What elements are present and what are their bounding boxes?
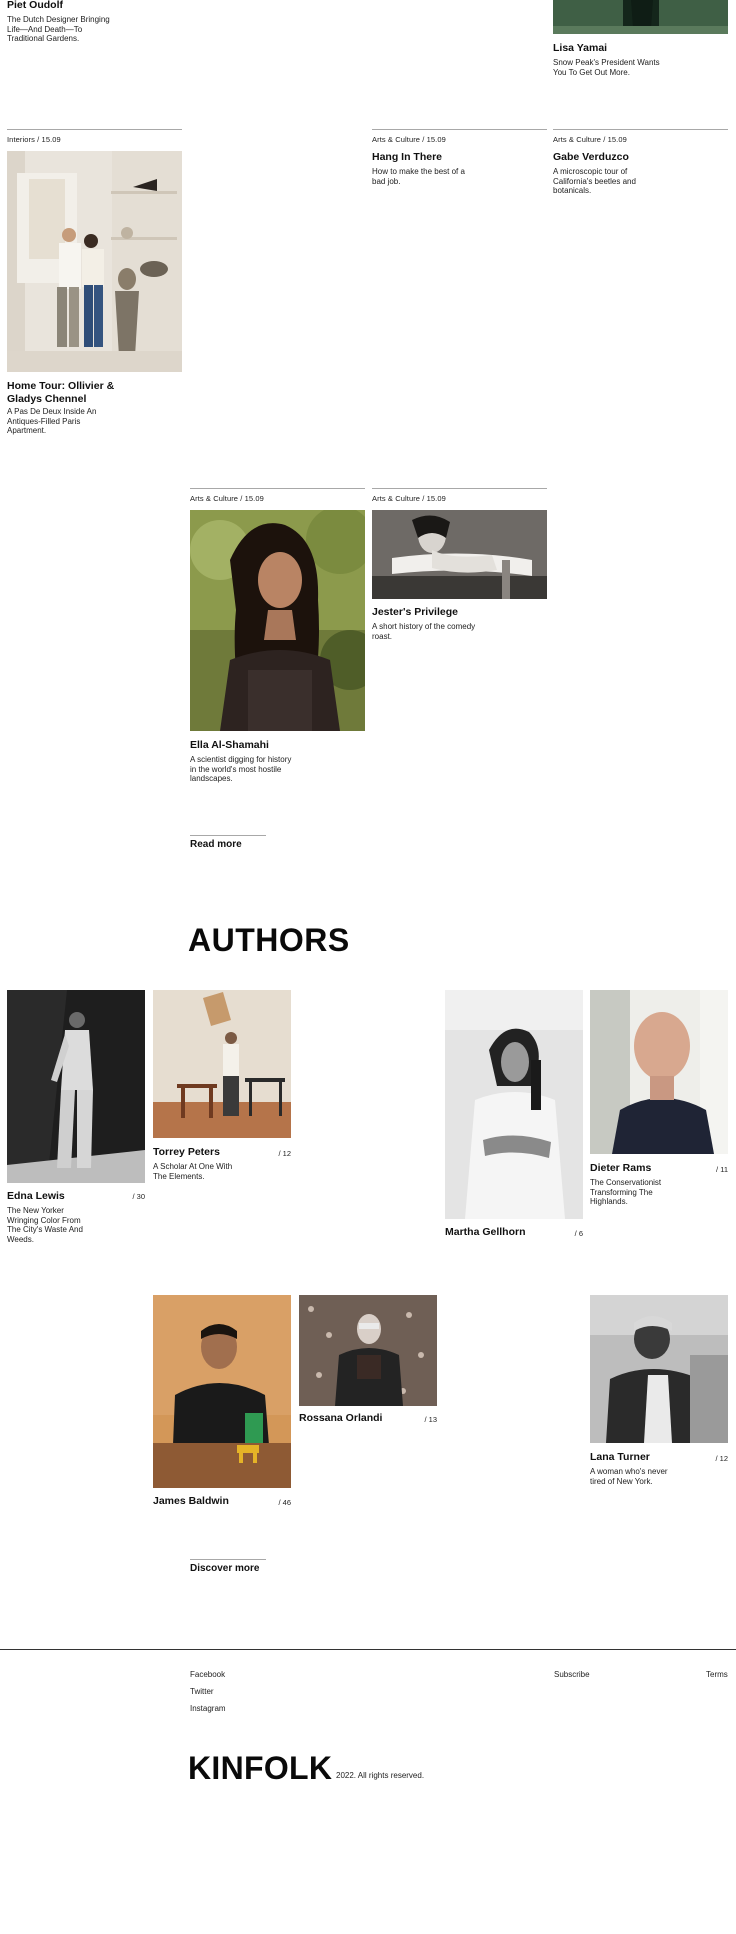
copyright-text: 2022. All rights reserved. bbox=[336, 1771, 425, 1780]
author-name[interactable]: Lana Turner bbox=[590, 1451, 650, 1464]
author-portrait[interactable] bbox=[445, 990, 583, 1219]
article-image[interactable] bbox=[372, 510, 547, 599]
article-description: A scientist digging for history in the w… bbox=[190, 755, 292, 783]
article-description: A short history of the comedy roast. bbox=[372, 622, 476, 641]
author-portrait[interactable] bbox=[153, 1295, 291, 1488]
discover-more-link[interactable]: Discover more bbox=[190, 1563, 259, 1574]
footer-link-facebook[interactable]: Facebook bbox=[190, 1670, 225, 1679]
footer-link-terms[interactable]: Terms bbox=[706, 1670, 728, 1679]
footer-logo[interactable]: KINFOLK bbox=[188, 1750, 332, 1787]
article-description: Snow Peak's President Wants You To Get O… bbox=[553, 58, 660, 77]
article-title[interactable]: Piet Oudolf bbox=[7, 0, 63, 12]
author-description: A woman who's never tired of New York. bbox=[590, 1467, 668, 1486]
divider bbox=[190, 835, 266, 836]
footer-link-subscribe[interactable]: Subscribe bbox=[554, 1670, 590, 1679]
article-meta: Arts & Culture / 15.09 bbox=[553, 135, 627, 144]
author-count: / 13 bbox=[424, 1415, 437, 1424]
divider bbox=[372, 129, 547, 130]
authors-heading: AUTHORS bbox=[188, 922, 350, 958]
article-meta: Arts & Culture / 15.09 bbox=[372, 494, 446, 503]
author-name[interactable]: James Baldwin bbox=[153, 1495, 229, 1508]
article-title[interactable]: Ella Al-Shamahi bbox=[190, 739, 269, 752]
article-meta: Arts & Culture / 15.09 bbox=[190, 494, 264, 503]
footer-link-instagram[interactable]: Instagram bbox=[190, 1704, 226, 1713]
author-name[interactable]: Martha Gellhorn bbox=[445, 1226, 526, 1239]
author-description: A Scholar At One With The Elements. bbox=[153, 1162, 233, 1181]
divider bbox=[7, 129, 182, 130]
article-meta: Interiors / 15.09 bbox=[7, 135, 61, 144]
author-count: / 6 bbox=[574, 1229, 583, 1238]
divider bbox=[553, 129, 728, 130]
footer-divider bbox=[0, 1649, 736, 1650]
divider bbox=[190, 1559, 266, 1560]
article-description: A microscopic tour of California's beetl… bbox=[553, 167, 636, 195]
author-portrait[interactable] bbox=[7, 990, 145, 1183]
author-name[interactable]: Dieter Rams bbox=[590, 1162, 651, 1175]
article-title[interactable]: Jester's Privilege bbox=[372, 606, 458, 619]
article-title[interactable]: Gabe Verduzco bbox=[553, 151, 629, 164]
article-title[interactable]: Hang In There bbox=[372, 151, 442, 164]
article-image[interactable] bbox=[190, 510, 365, 731]
author-description: The Conservationist Transforming The Hig… bbox=[590, 1178, 662, 1206]
footer-link-twitter[interactable]: Twitter bbox=[190, 1687, 214, 1696]
author-portrait[interactable] bbox=[590, 1295, 728, 1443]
author-portrait[interactable] bbox=[590, 990, 728, 1154]
author-count: / 30 bbox=[132, 1192, 145, 1201]
read-more-link[interactable]: Read more bbox=[190, 839, 242, 850]
article-description: A Pas De Deux Inside An Antiques-Filled … bbox=[7, 407, 97, 435]
author-portrait[interactable] bbox=[153, 990, 291, 1138]
author-name[interactable]: Torrey Peters bbox=[153, 1146, 220, 1159]
author-count: / 12 bbox=[278, 1149, 291, 1158]
divider bbox=[372, 488, 547, 489]
author-name[interactable]: Edna Lewis bbox=[7, 1190, 65, 1203]
article-description: The Dutch Designer Bringing Life—And Dea… bbox=[7, 15, 110, 43]
article-image[interactable] bbox=[7, 151, 182, 372]
article-description: How to make the best of a bad job. bbox=[372, 167, 465, 186]
author-count: / 46 bbox=[278, 1498, 291, 1507]
author-name[interactable]: Rossana Orlandi bbox=[299, 1412, 382, 1425]
author-count: / 12 bbox=[715, 1454, 728, 1463]
author-portrait[interactable] bbox=[299, 1295, 437, 1406]
author-count: / 11 bbox=[716, 1165, 728, 1174]
article-title[interactable]: Home Tour: Ollivier & Gladys Chennel bbox=[7, 380, 117, 405]
article-meta: Arts & Culture / 15.09 bbox=[372, 135, 446, 144]
divider bbox=[190, 488, 365, 489]
article-image[interactable] bbox=[553, 0, 728, 34]
author-description: The New Yorker Wringing Color From The C… bbox=[7, 1206, 83, 1244]
article-title[interactable]: Lisa Yamai bbox=[553, 42, 607, 55]
